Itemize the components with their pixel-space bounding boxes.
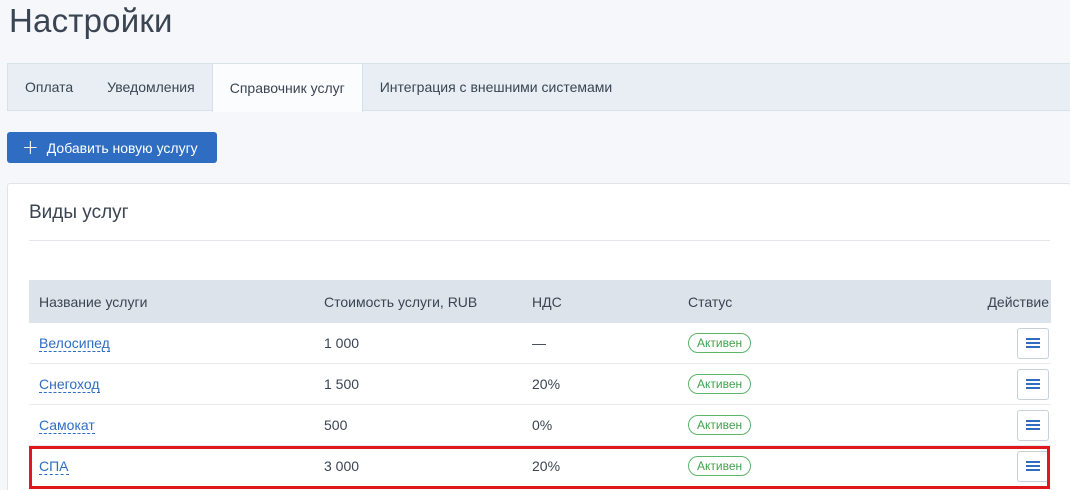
table-row: Самокат 500 0% Активен [29, 405, 1051, 446]
services-table: Название услуги Стоимость услуги, RUB НД… [29, 280, 1051, 487]
hamburger-menu-icon [1026, 338, 1040, 348]
table-row: СПА 3 000 20% Активен [29, 446, 1051, 487]
row-actions-button[interactable] [1017, 327, 1049, 359]
add-service-label: Добавить новую услугу [46, 139, 198, 156]
status-badge: Активен [688, 456, 752, 476]
tab-payment[interactable]: Оплата [8, 64, 90, 110]
service-price: 500 [324, 417, 348, 433]
status-badge: Активен [688, 415, 752, 435]
hamburger-menu-icon [1026, 420, 1040, 430]
service-name-link[interactable]: Самокат [39, 417, 95, 434]
plus-icon: + [22, 134, 39, 159]
column-header-vat: НДС [532, 293, 562, 310]
tab-notifications[interactable]: Уведомления [90, 64, 212, 110]
service-price: 1 000 [324, 335, 360, 351]
column-header-status: Статус [688, 293, 733, 310]
table-header: Название услуги Стоимость услуги, RUB НД… [29, 280, 1051, 323]
panel-title: Виды услуг [29, 202, 129, 223]
status-badge: Активен [688, 374, 752, 394]
service-vat: 20% [532, 458, 561, 474]
hamburger-menu-icon [1026, 461, 1040, 471]
hamburger-menu-icon [1026, 379, 1040, 389]
row-actions-button[interactable] [1017, 450, 1049, 482]
service-vat: 20% [532, 376, 561, 392]
service-name-link[interactable]: Велосипед [39, 335, 110, 352]
service-name-link[interactable]: Снегоход [39, 376, 100, 393]
tab-integrations[interactable]: Интеграция с внешними системами [363, 64, 630, 110]
service-price: 1 500 [324, 376, 360, 392]
add-service-button[interactable]: + Добавить новую услугу [7, 132, 217, 163]
status-badge: Активен [688, 333, 752, 353]
tab-services-catalog[interactable]: Справочник услуг [211, 63, 363, 112]
page-title: Настройки [9, 2, 173, 39]
service-name-link[interactable]: СПА [39, 458, 69, 475]
column-header-action: Действие [987, 293, 1049, 310]
service-price: 3 000 [324, 458, 360, 474]
table-row: Велосипед 1 000 — Активен [29, 323, 1051, 364]
row-actions-button[interactable] [1017, 368, 1049, 400]
column-header-price: Стоимость услуги, RUB [324, 293, 478, 310]
service-vat: 0% [532, 417, 553, 433]
services-panel: Виды услуг Название услуги Стоимость усл… [7, 183, 1070, 490]
table-row: Снегоход 1 500 20% Активен [29, 364, 1051, 405]
service-vat: — [532, 335, 546, 351]
settings-tabs: Оплата Уведомления Справочник услуг Инте… [7, 63, 1070, 112]
divider [29, 240, 1050, 241]
column-header-name: Название услуги [39, 293, 148, 310]
row-actions-button[interactable] [1017, 409, 1049, 441]
